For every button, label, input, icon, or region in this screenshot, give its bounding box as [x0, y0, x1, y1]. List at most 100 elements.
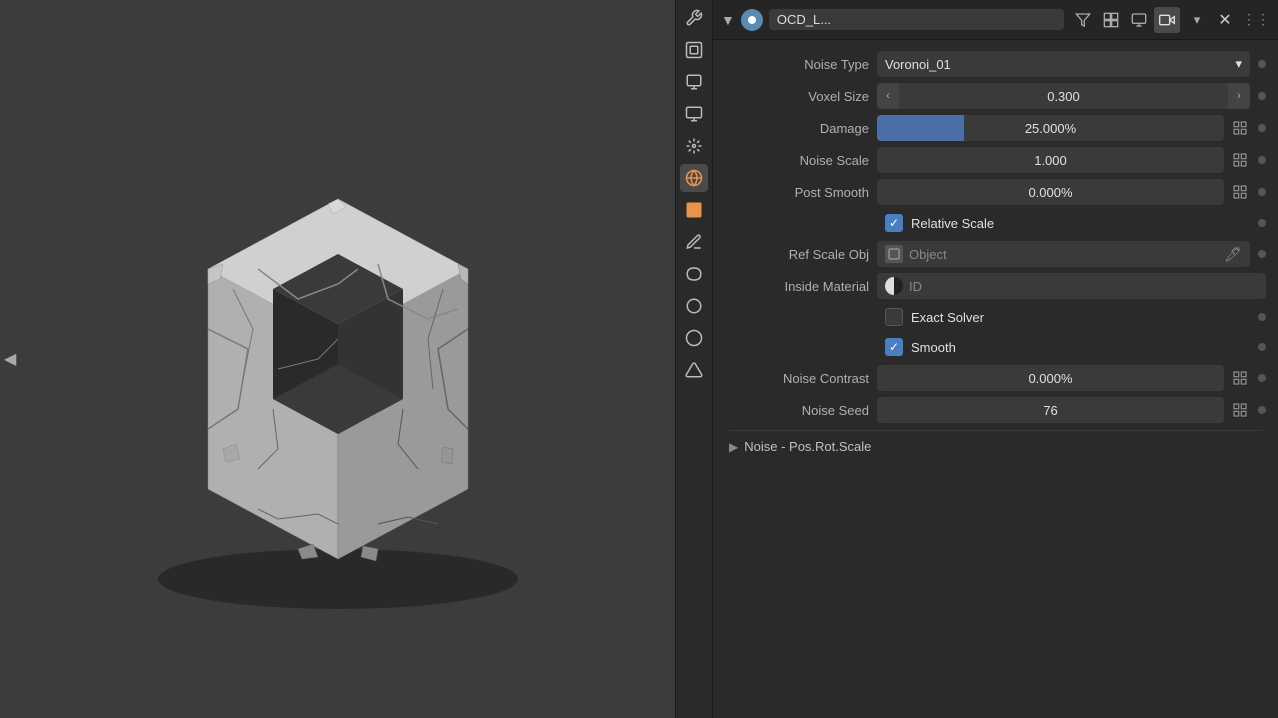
noise-scale-label: Noise Scale: [729, 153, 869, 168]
tab-view[interactable]: [1126, 7, 1152, 33]
section-title: Noise - Pos.Rot.Scale: [744, 439, 871, 454]
noise-type-value: Voronoi_01: [885, 57, 951, 72]
toolbar-tools-icon[interactable]: [680, 4, 708, 32]
panel-close-button[interactable]: ✕: [1214, 9, 1236, 31]
right-panel: ▼ OCD_L...: [713, 0, 1278, 718]
smooth-checkbox[interactable]: ✓: [885, 338, 903, 356]
post-smooth-label: Post Smooth: [729, 185, 869, 200]
noise-seed-adjust-icon[interactable]: [1230, 400, 1250, 420]
noise-contrast-control: 0.000%: [877, 365, 1250, 391]
viewport-area: ◀: [0, 0, 675, 718]
noise-contrast-adjust-icon[interactable]: [1230, 368, 1250, 388]
noise-scale-control: 1.000: [877, 147, 1250, 173]
eyedropper-icon[interactable]: 🖊: [1224, 246, 1242, 263]
voxel-size-label: Voxel Size: [729, 89, 869, 104]
tab-filter[interactable]: [1070, 7, 1096, 33]
toolbar-particles-icon[interactable]: [680, 132, 708, 160]
exact-solver-label: Exact Solver: [911, 310, 984, 325]
relative-scale-row: ✓ Relative Scale: [713, 208, 1278, 238]
material-value: ID: [909, 279, 922, 294]
voxel-size-control: ‹ 0.300 ›: [877, 83, 1250, 109]
ref-obj-value: Object: [909, 247, 1218, 262]
panel-tabs: [1070, 7, 1180, 33]
noise-seed-value: 76: [1043, 403, 1057, 418]
inside-material-selector[interactable]: ID: [877, 273, 1266, 299]
tab-select[interactable]: [1098, 7, 1124, 33]
panel-header: ▼ OCD_L...: [713, 0, 1278, 40]
voxel-size-row: Voxel Size ‹ 0.300 ›: [713, 80, 1278, 112]
damage-value: 25.000%: [877, 121, 1224, 136]
noise-scale-value: 1.000: [1034, 153, 1067, 168]
middle-toolbar: [675, 0, 713, 718]
voxel-size-decrease[interactable]: ‹: [877, 83, 899, 109]
noise-contrast-label: Noise Contrast: [729, 371, 869, 386]
toolbar-view-icon[interactable]: [680, 100, 708, 128]
voxel-size-input[interactable]: ‹ 0.300 ›: [877, 83, 1250, 109]
noise-contrast-input[interactable]: 0.000%: [877, 365, 1224, 391]
panel-dropdown-button[interactable]: ▾: [1186, 9, 1208, 31]
exact-solver-dot[interactable]: [1258, 313, 1266, 321]
toolbar-data-icon[interactable]: [680, 292, 708, 320]
section-arrow-icon: ▶: [729, 440, 738, 454]
exact-solver-row: Exact Solver: [713, 302, 1278, 332]
toolbar-curves-icon[interactable]: [680, 260, 708, 288]
post-smooth-adjust-icon[interactable]: [1230, 182, 1250, 202]
viewport-content: [0, 0, 675, 718]
panel-menu-button[interactable]: ▼: [721, 12, 735, 28]
noise-seed-control: 76: [877, 397, 1250, 423]
inside-material-label: Inside Material: [729, 279, 869, 294]
ref-scale-obj-dot[interactable]: [1258, 250, 1266, 258]
tab-camera[interactable]: [1154, 7, 1180, 33]
voxel-size-increase[interactable]: ›: [1228, 83, 1250, 109]
toolbar-material-icon[interactable]: [680, 324, 708, 352]
damage-adjust-icon[interactable]: [1230, 118, 1250, 138]
toolbar-object-icon[interactable]: [680, 196, 708, 224]
noise-scale-input[interactable]: 1.000: [877, 147, 1224, 173]
properties-area: Noise Type Voronoi_01 ▾ Voxel Size ‹ 0.3…: [713, 40, 1278, 718]
noise-seed-row: Noise Seed 76: [713, 394, 1278, 426]
ref-scale-obj-row: Ref Scale Obj Object 🖊: [713, 238, 1278, 270]
voxel-size-dot[interactable]: [1258, 92, 1266, 100]
noise-type-dot[interactable]: [1258, 60, 1266, 68]
noise-type-dropdown[interactable]: Voronoi_01 ▾: [877, 51, 1250, 77]
viewport-collapse-arrow[interactable]: ◀: [4, 349, 16, 369]
post-smooth-control: 0.000%: [877, 179, 1250, 205]
noise-type-control: Voronoi_01 ▾: [877, 51, 1250, 77]
inside-material-control: ID: [877, 273, 1266, 299]
ref-scale-obj-selector[interactable]: Object 🖊: [877, 241, 1250, 267]
panel-title[interactable]: OCD_L...: [769, 9, 1064, 30]
ref-scale-obj-control: Object 🖊: [877, 241, 1250, 267]
toolbar-constraint-icon[interactable]: [680, 356, 708, 384]
damage-dot[interactable]: [1258, 124, 1266, 132]
noise-seed-dot[interactable]: [1258, 406, 1266, 414]
toolbar-output-icon[interactable]: [680, 68, 708, 96]
noise-type-label: Noise Type: [729, 57, 869, 72]
noise-pos-rot-scale-section[interactable]: ▶ Noise - Pos.Rot.Scale: [713, 435, 1278, 458]
noise-scale-adjust-icon[interactable]: [1230, 150, 1250, 170]
noise-scale-dot[interactable]: [1258, 156, 1266, 164]
noise-contrast-dot[interactable]: [1258, 374, 1266, 382]
section-divider: [729, 430, 1262, 431]
panel-options-button[interactable]: ⋮⋮: [1242, 11, 1270, 28]
post-smooth-row: Post Smooth 0.000%: [713, 176, 1278, 208]
noise-seed-label: Noise Seed: [729, 403, 869, 418]
post-smooth-input[interactable]: 0.000%: [877, 179, 1224, 205]
inside-material-row: Inside Material ID: [713, 270, 1278, 302]
smooth-label: Smooth: [911, 340, 956, 355]
exact-solver-checkbox[interactable]: [885, 308, 903, 326]
relative-scale-checkbox[interactable]: ✓: [885, 214, 903, 232]
noise-scale-row: Noise Scale 1.000: [713, 144, 1278, 176]
smooth-row: ✓ Smooth: [713, 332, 1278, 362]
3d-cube-svg: [78, 69, 598, 649]
toolbar-physics-icon[interactable]: [680, 164, 708, 192]
damage-control: 25.000%: [877, 115, 1250, 141]
relative-scale-dot[interactable]: [1258, 219, 1266, 227]
toolbar-modifier-icon[interactable]: [680, 228, 708, 256]
damage-slider[interactable]: 25.000%: [877, 115, 1224, 141]
toolbar-scene-icon[interactable]: [680, 36, 708, 64]
damage-label: Damage: [729, 121, 869, 136]
smooth-dot[interactable]: [1258, 343, 1266, 351]
post-smooth-dot[interactable]: [1258, 188, 1266, 196]
noise-seed-input[interactable]: 76: [877, 397, 1224, 423]
ref-obj-icon: [885, 245, 903, 263]
